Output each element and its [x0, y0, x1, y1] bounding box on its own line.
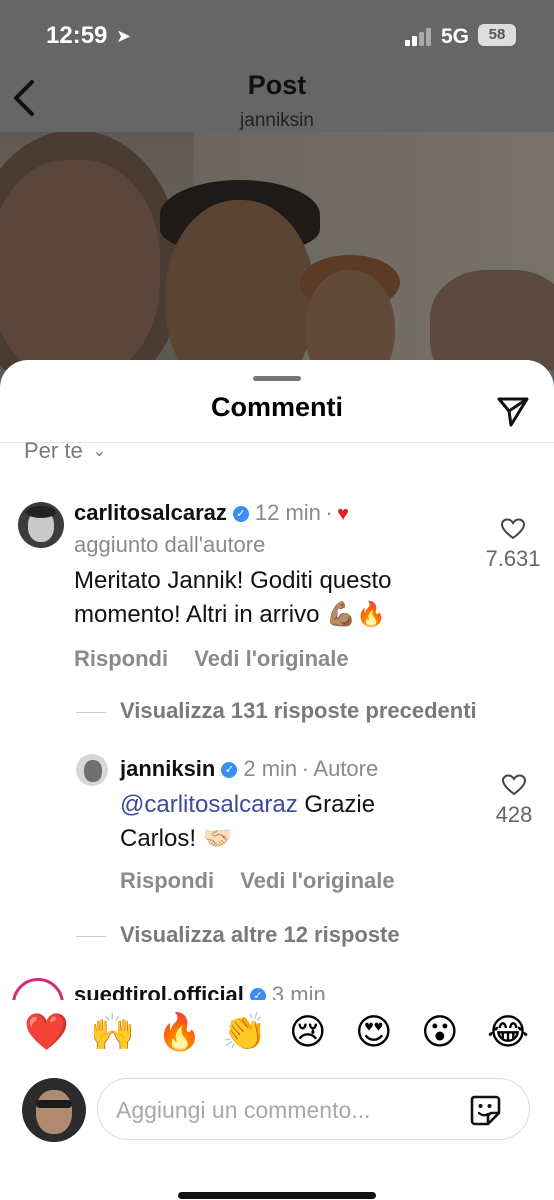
- reply-button[interactable]: Rispondi: [120, 868, 214, 893]
- comment-username[interactable]: suedtirol.official: [74, 982, 244, 1000]
- emoji-fire[interactable]: 🔥: [157, 1012, 202, 1052]
- network-type: 5G: [441, 25, 470, 48]
- emoji-bar: ❤️ 🙌 🔥 👏 😢 😍 😮 😂: [0, 1000, 554, 1072]
- filter-dropdown[interactable]: Per te ⌄: [24, 438, 106, 464]
- comment-item: suedtirol.official ✓ 3 min: [0, 974, 554, 1000]
- verified-badge-icon: ✓: [249, 987, 266, 1000]
- emoji-clap[interactable]: 👏: [222, 1012, 267, 1052]
- filter-label: Per te: [24, 438, 83, 463]
- emoji-heart[interactable]: ❤️: [24, 1012, 69, 1052]
- see-original-button[interactable]: Vedi l'originale: [240, 868, 394, 893]
- comment-text: @carlitosalcaraz Grazie Carlos! 🤝🏻: [120, 788, 450, 856]
- view-replies-button[interactable]: Visualizza 131 risposte precedenti: [76, 698, 477, 724]
- avatar[interactable]: [18, 502, 64, 548]
- status-time: 12:59: [46, 22, 108, 49]
- meta-dot: ·: [301, 756, 309, 781]
- reply-item: janniksin ✓ 2 min · Autore @carlitosalcara…: [0, 750, 554, 900]
- page-title: Post: [247, 70, 307, 100]
- author-liked-heart-icon: ♥: [337, 503, 350, 525]
- sheet-title: Commenti: [210, 392, 343, 422]
- comment-time: 3 min: [271, 982, 326, 1000]
- emoji-crying[interactable]: 😢: [289, 1012, 327, 1052]
- mention-link[interactable]: @carlitosalcaraz: [120, 791, 298, 818]
- like-button[interactable]: 7.631: [480, 518, 546, 572]
- verified-badge-icon: ✓: [232, 505, 249, 522]
- nav-bar: Post janniksin: [0, 70, 554, 132]
- reply-button[interactable]: Rispondi: [74, 646, 168, 671]
- my-avatar: [22, 1078, 86, 1142]
- avatar[interactable]: [12, 978, 64, 1000]
- replies-line: [76, 711, 106, 713]
- heart-icon: [502, 774, 526, 796]
- verified-badge-icon: ✓: [221, 761, 238, 778]
- replies-line: [76, 935, 106, 937]
- page-subtitle[interactable]: janniksin: [0, 110, 554, 132]
- comment-text: Meritato Jannik! Goditi questo momento! …: [74, 567, 392, 628]
- like-button[interactable]: 428: [482, 774, 546, 828]
- comment-composer: Aggiungi un commento...: [0, 1072, 554, 1200]
- emoji-laughing[interactable]: 😂: [487, 1012, 529, 1052]
- comment-username[interactable]: carlitosalcaraz: [74, 500, 227, 525]
- sticker-icon[interactable]: [468, 1093, 502, 1127]
- signal-bars-icon: [405, 28, 435, 46]
- battery-icon: 58: [478, 24, 516, 46]
- post-photo: [0, 130, 554, 370]
- emoji-surprised[interactable]: 😮: [421, 1012, 459, 1052]
- comment-item: carlitosalcaraz ✓ 12 min · ♥ aggiunto dall…: [0, 492, 554, 672]
- author-role: Autore: [313, 756, 379, 781]
- home-indicator: [178, 1192, 376, 1199]
- comment-time: 12 min: [254, 500, 321, 525]
- comment-input[interactable]: Aggiungi un commento...: [97, 1078, 530, 1140]
- status-bar: 12:59 ➤ 5G 58: [0, 0, 554, 70]
- view-replies-label: Visualizza altre 12 risposte: [120, 922, 400, 947]
- share-send-icon[interactable]: [496, 394, 530, 428]
- emoji-raised-hands[interactable]: 🙌: [90, 1012, 135, 1052]
- comments-sheet: Commenti Per te ⌄ carlitosalcaraz ✓ 12 min …: [0, 360, 554, 1200]
- comment-username[interactable]: janniksin: [120, 756, 215, 781]
- view-replies-button[interactable]: Visualizza altre 12 risposte: [76, 922, 400, 948]
- heart-icon: [501, 518, 525, 540]
- avatar[interactable]: [76, 754, 108, 786]
- see-original-button[interactable]: Vedi l'originale: [194, 646, 348, 671]
- comment-input-placeholder: Aggiungi un commento...: [116, 1097, 371, 1123]
- comment-time: 2 min: [243, 756, 298, 781]
- like-count: 7.631: [485, 546, 541, 571]
- emoji-heart-eyes[interactable]: 😍: [355, 1012, 393, 1052]
- author-note: aggiunto dall'autore: [74, 532, 266, 557]
- sheet-grabber[interactable]: [253, 376, 301, 381]
- meta-dot: ·: [325, 500, 333, 525]
- view-replies-label: Visualizza 131 risposte precedenti: [120, 698, 477, 723]
- chevron-down-icon: ⌄: [92, 443, 107, 460]
- location-arrow-icon: ➤: [116, 26, 132, 46]
- like-count: 428: [495, 802, 533, 827]
